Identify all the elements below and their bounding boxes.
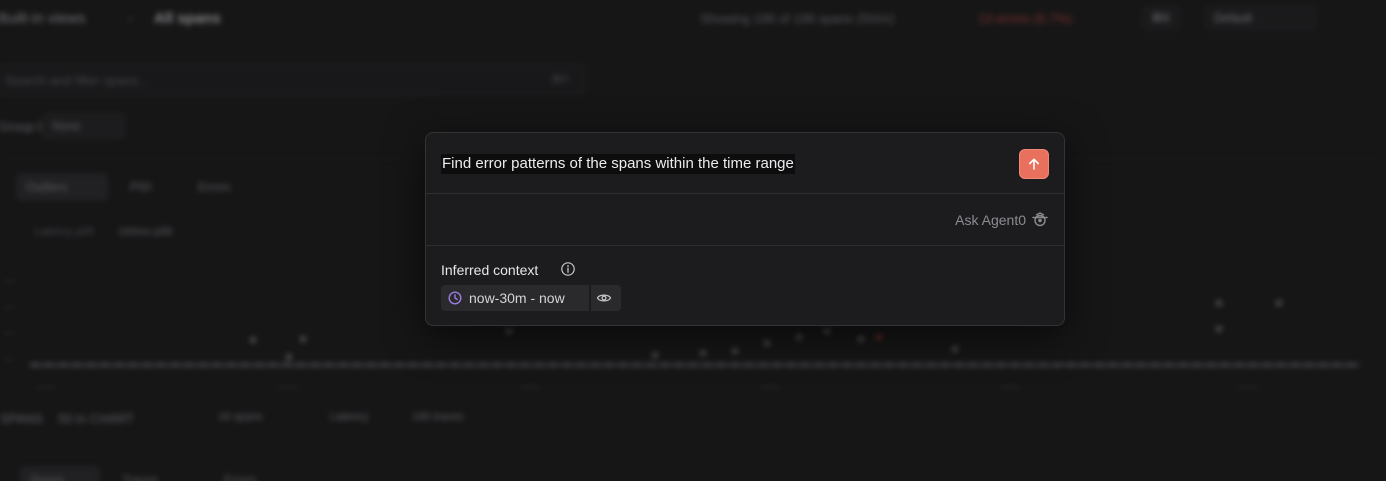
prompt-input[interactable]: Find error patterns of the spans within … — [426, 133, 1064, 194]
chart-point — [1216, 300, 1222, 306]
chart-point — [858, 336, 864, 342]
y-tick: — — [4, 302, 14, 313]
arrow-up-icon — [1029, 158, 1039, 170]
divider — [0, 455, 1386, 456]
inferred-context-title: Inferred context — [441, 262, 539, 278]
y-tick: — — [4, 328, 14, 339]
footer-item: 50 in CHART — [58, 411, 135, 426]
chart-point — [796, 334, 802, 340]
send-button[interactable] — [1019, 149, 1049, 179]
x-tick: —— — [1238, 382, 1258, 393]
chart-point — [506, 328, 512, 334]
summary-label-a: Latency p95 — [34, 226, 94, 238]
x-tick: —— — [520, 382, 540, 393]
summary-label-b: 100ms p99 — [118, 226, 173, 238]
agent0-icon — [1032, 212, 1048, 227]
clock-icon — [448, 291, 462, 305]
command-button[interactable]: ⌘K — [1142, 6, 1181, 30]
app-header: Built-in views › All spans Showing 196 o… — [0, 0, 1386, 38]
y-tick: — — [4, 276, 14, 287]
chart-point — [250, 337, 256, 343]
chart-error-point — [876, 334, 882, 340]
tab-spans[interactable]: Spans — [20, 466, 100, 481]
x-tick: —— — [1000, 382, 1020, 393]
chart-point — [764, 340, 770, 346]
x-tick: —— — [760, 382, 780, 393]
footer-item: 195 traces — [412, 411, 464, 423]
agent-prompt-dialog: Find error patterns of the spans within … — [425, 132, 1065, 326]
span-search-input[interactable]: Search and filter spans... ⌘F — [0, 64, 586, 96]
time-range-text: now-30m - now — [469, 290, 565, 306]
x-tick: —— — [278, 382, 298, 393]
footer-item: Latency — [330, 411, 369, 423]
group-by-select[interactable]: None — [42, 112, 126, 140]
tab-traces[interactable]: Traces — [112, 466, 202, 481]
chart-point — [1276, 300, 1282, 306]
chip-divider — [589, 285, 591, 311]
chart-point — [700, 350, 706, 356]
chart-point — [300, 336, 306, 342]
chart-point — [952, 346, 958, 352]
time-range-context-chip[interactable]: now-30m - now — [441, 285, 621, 311]
span-search-placeholder: Search and filter spans... — [5, 73, 149, 88]
span-count-status: Showing 196 of 196 spans (50/m) — [700, 11, 895, 26]
eye-icon[interactable] — [596, 291, 612, 305]
tab-outliers[interactable]: Outliers — [16, 173, 108, 201]
chart-point — [732, 348, 738, 354]
footer-item: 16 spans — [218, 411, 263, 423]
chart-point — [1216, 326, 1222, 332]
tab-errors[interactable]: Errors — [188, 173, 264, 201]
x-tick: —— — [36, 382, 56, 393]
prompt-text[interactable]: Find error patterns of the spans within … — [441, 154, 795, 174]
tab-p50[interactable]: P50 — [120, 173, 180, 201]
search-shortcut: ⌘F — [551, 74, 569, 86]
agent-row: Ask Agent0 — [426, 194, 1064, 246]
error-count-status: 13 errors (6.7%) — [978, 11, 1072, 26]
chart-point — [824, 328, 830, 334]
chart-point — [652, 352, 658, 358]
info-icon[interactable] — [560, 261, 576, 277]
breadcrumb-root[interactable]: Built-in views — [0, 10, 86, 27]
view-select[interactable]: Default — [1205, 6, 1317, 30]
breadcrumb-separator: › — [128, 10, 133, 27]
chart-point — [286, 354, 292, 360]
footer-item: SPANS — [0, 411, 44, 426]
breadcrumb-current: All spans — [154, 10, 221, 27]
chart-baseline — [30, 363, 1360, 367]
y-tick: — — [4, 354, 14, 365]
tab-errors-list[interactable]: Errors — [214, 466, 294, 481]
ask-agent-label: Ask Agent0 — [955, 212, 1026, 228]
